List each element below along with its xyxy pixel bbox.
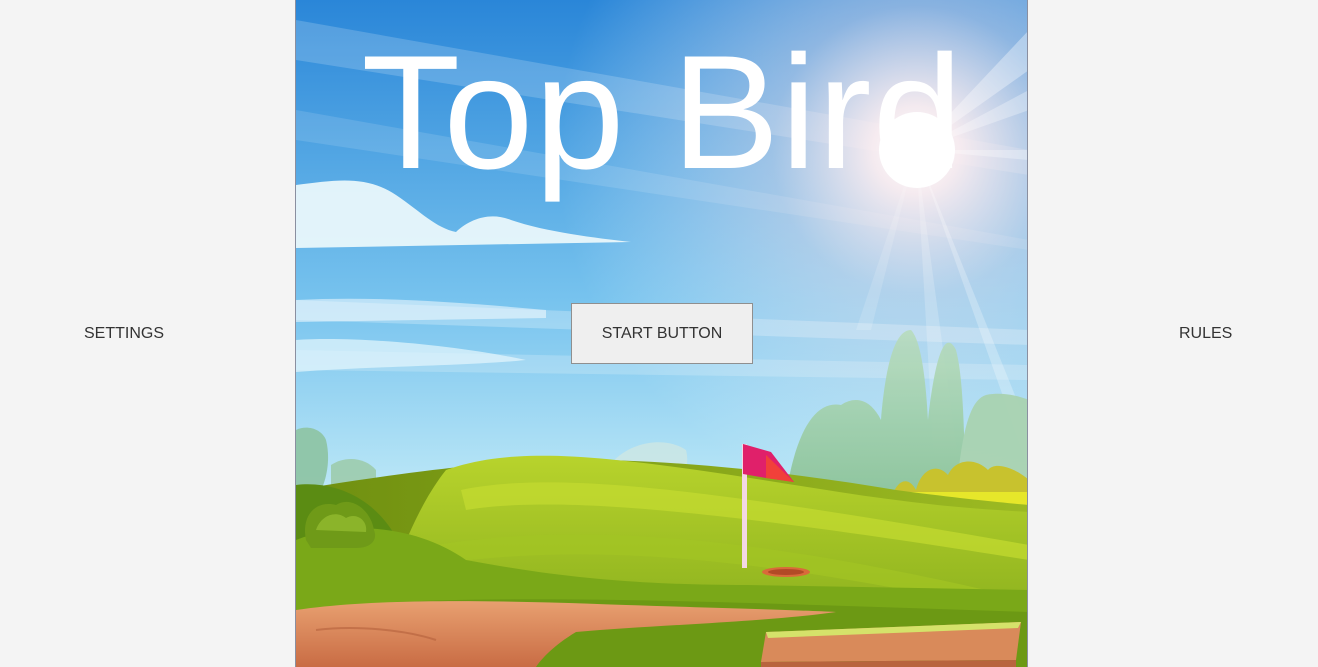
rules-button[interactable]: RULES <box>1173 320 1238 348</box>
sun-icon <box>879 112 955 188</box>
start-button[interactable]: START BUTTON <box>571 303 753 364</box>
settings-button[interactable]: SETTINGS <box>78 320 170 348</box>
main-menu-screen: SETTINGS Top Bird START BUTTON RULES <box>0 0 1318 667</box>
game-canvas: Top Bird START BUTTON <box>295 0 1028 667</box>
